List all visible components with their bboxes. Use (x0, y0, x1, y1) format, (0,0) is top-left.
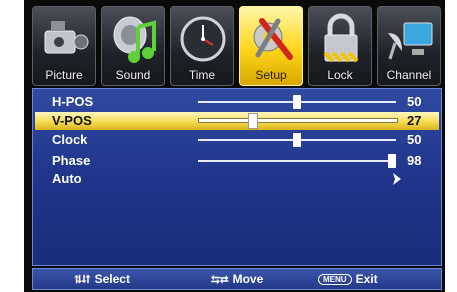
menu-row-clock[interactable]: Clock 50 (35, 131, 439, 149)
tab-label: Time (188, 68, 216, 82)
tab-picture[interactable]: Picture (32, 6, 96, 86)
chevron-right-icon[interactable] (389, 170, 405, 188)
tab-time[interactable]: Time (170, 6, 234, 86)
menu-row-v-pos[interactable]: V-POS 27 (35, 112, 439, 130)
tab-lock[interactable]: Lock (308, 6, 372, 86)
tab-setup[interactable]: Setup (239, 6, 303, 86)
clock-icon (180, 16, 226, 62)
menu-row-h-pos[interactable]: H-POS 50 (35, 93, 439, 111)
padlock-icon (323, 13, 359, 63)
slider-knob[interactable] (293, 133, 301, 147)
menu-row-phase[interactable]: Phase 98 (35, 152, 439, 170)
slider-knob[interactable] (293, 95, 301, 109)
tab-label: Picture (45, 68, 83, 82)
tab-label: Lock (327, 68, 353, 82)
up-down-arrows-icon: ⮁⮃ (73, 274, 91, 286)
menu-item-value: 98 (407, 153, 422, 168)
menu-item-value: 50 (407, 94, 422, 109)
hint-select: ⮁⮃ Select (73, 272, 130, 287)
menu-item-label: V-POS (52, 113, 92, 128)
menu-item-label: Phase (52, 153, 91, 168)
menu-row-auto[interactable]: Auto (35, 170, 439, 188)
menu-item-label: Auto (52, 171, 82, 186)
satellite-dish-icon (388, 22, 433, 60)
slider-knob[interactable] (388, 154, 397, 168)
left-right-arrows-icon: ⮀⮂ (211, 274, 229, 286)
hint-label: Exit (355, 272, 378, 286)
camcorder-icon (44, 21, 89, 54)
menu-item-label: Clock (52, 132, 88, 147)
music-note-icon (113, 16, 156, 63)
slider-knob[interactable] (248, 113, 259, 129)
tab-label: Channel (386, 68, 432, 82)
hint-label: Select (94, 272, 130, 286)
help-bar: ⮁⮃ Select ⮀⮂ Move MENU Exit (32, 268, 442, 290)
clock-slider[interactable] (198, 133, 396, 147)
tools-icon (253, 18, 293, 60)
phase-slider[interactable] (198, 154, 397, 168)
menu-key-icon: MENU (318, 274, 352, 285)
menu-item-label: H-POS (52, 94, 94, 109)
v-pos-slider[interactable] (198, 113, 398, 129)
tab-channel[interactable]: Channel (377, 6, 441, 86)
tab-label: Sound (115, 68, 151, 82)
tab-label: Setup (255, 68, 287, 82)
tab-sound[interactable]: Sound (101, 6, 165, 86)
hint-label: Move (232, 272, 264, 286)
hint-exit: MENU Exit (318, 272, 378, 286)
menu-tab-bar: Picture Sound Time Setup Lock Channel (32, 6, 444, 88)
hint-move: ⮀⮂ Move (211, 272, 263, 287)
setup-menu-panel: H-POS 50 V-POS 27 Clock 50 Phase 98 Auto (32, 88, 442, 266)
menu-item-value: 50 (407, 132, 422, 147)
menu-item-value: 27 (407, 113, 422, 128)
h-pos-slider[interactable] (198, 95, 396, 109)
